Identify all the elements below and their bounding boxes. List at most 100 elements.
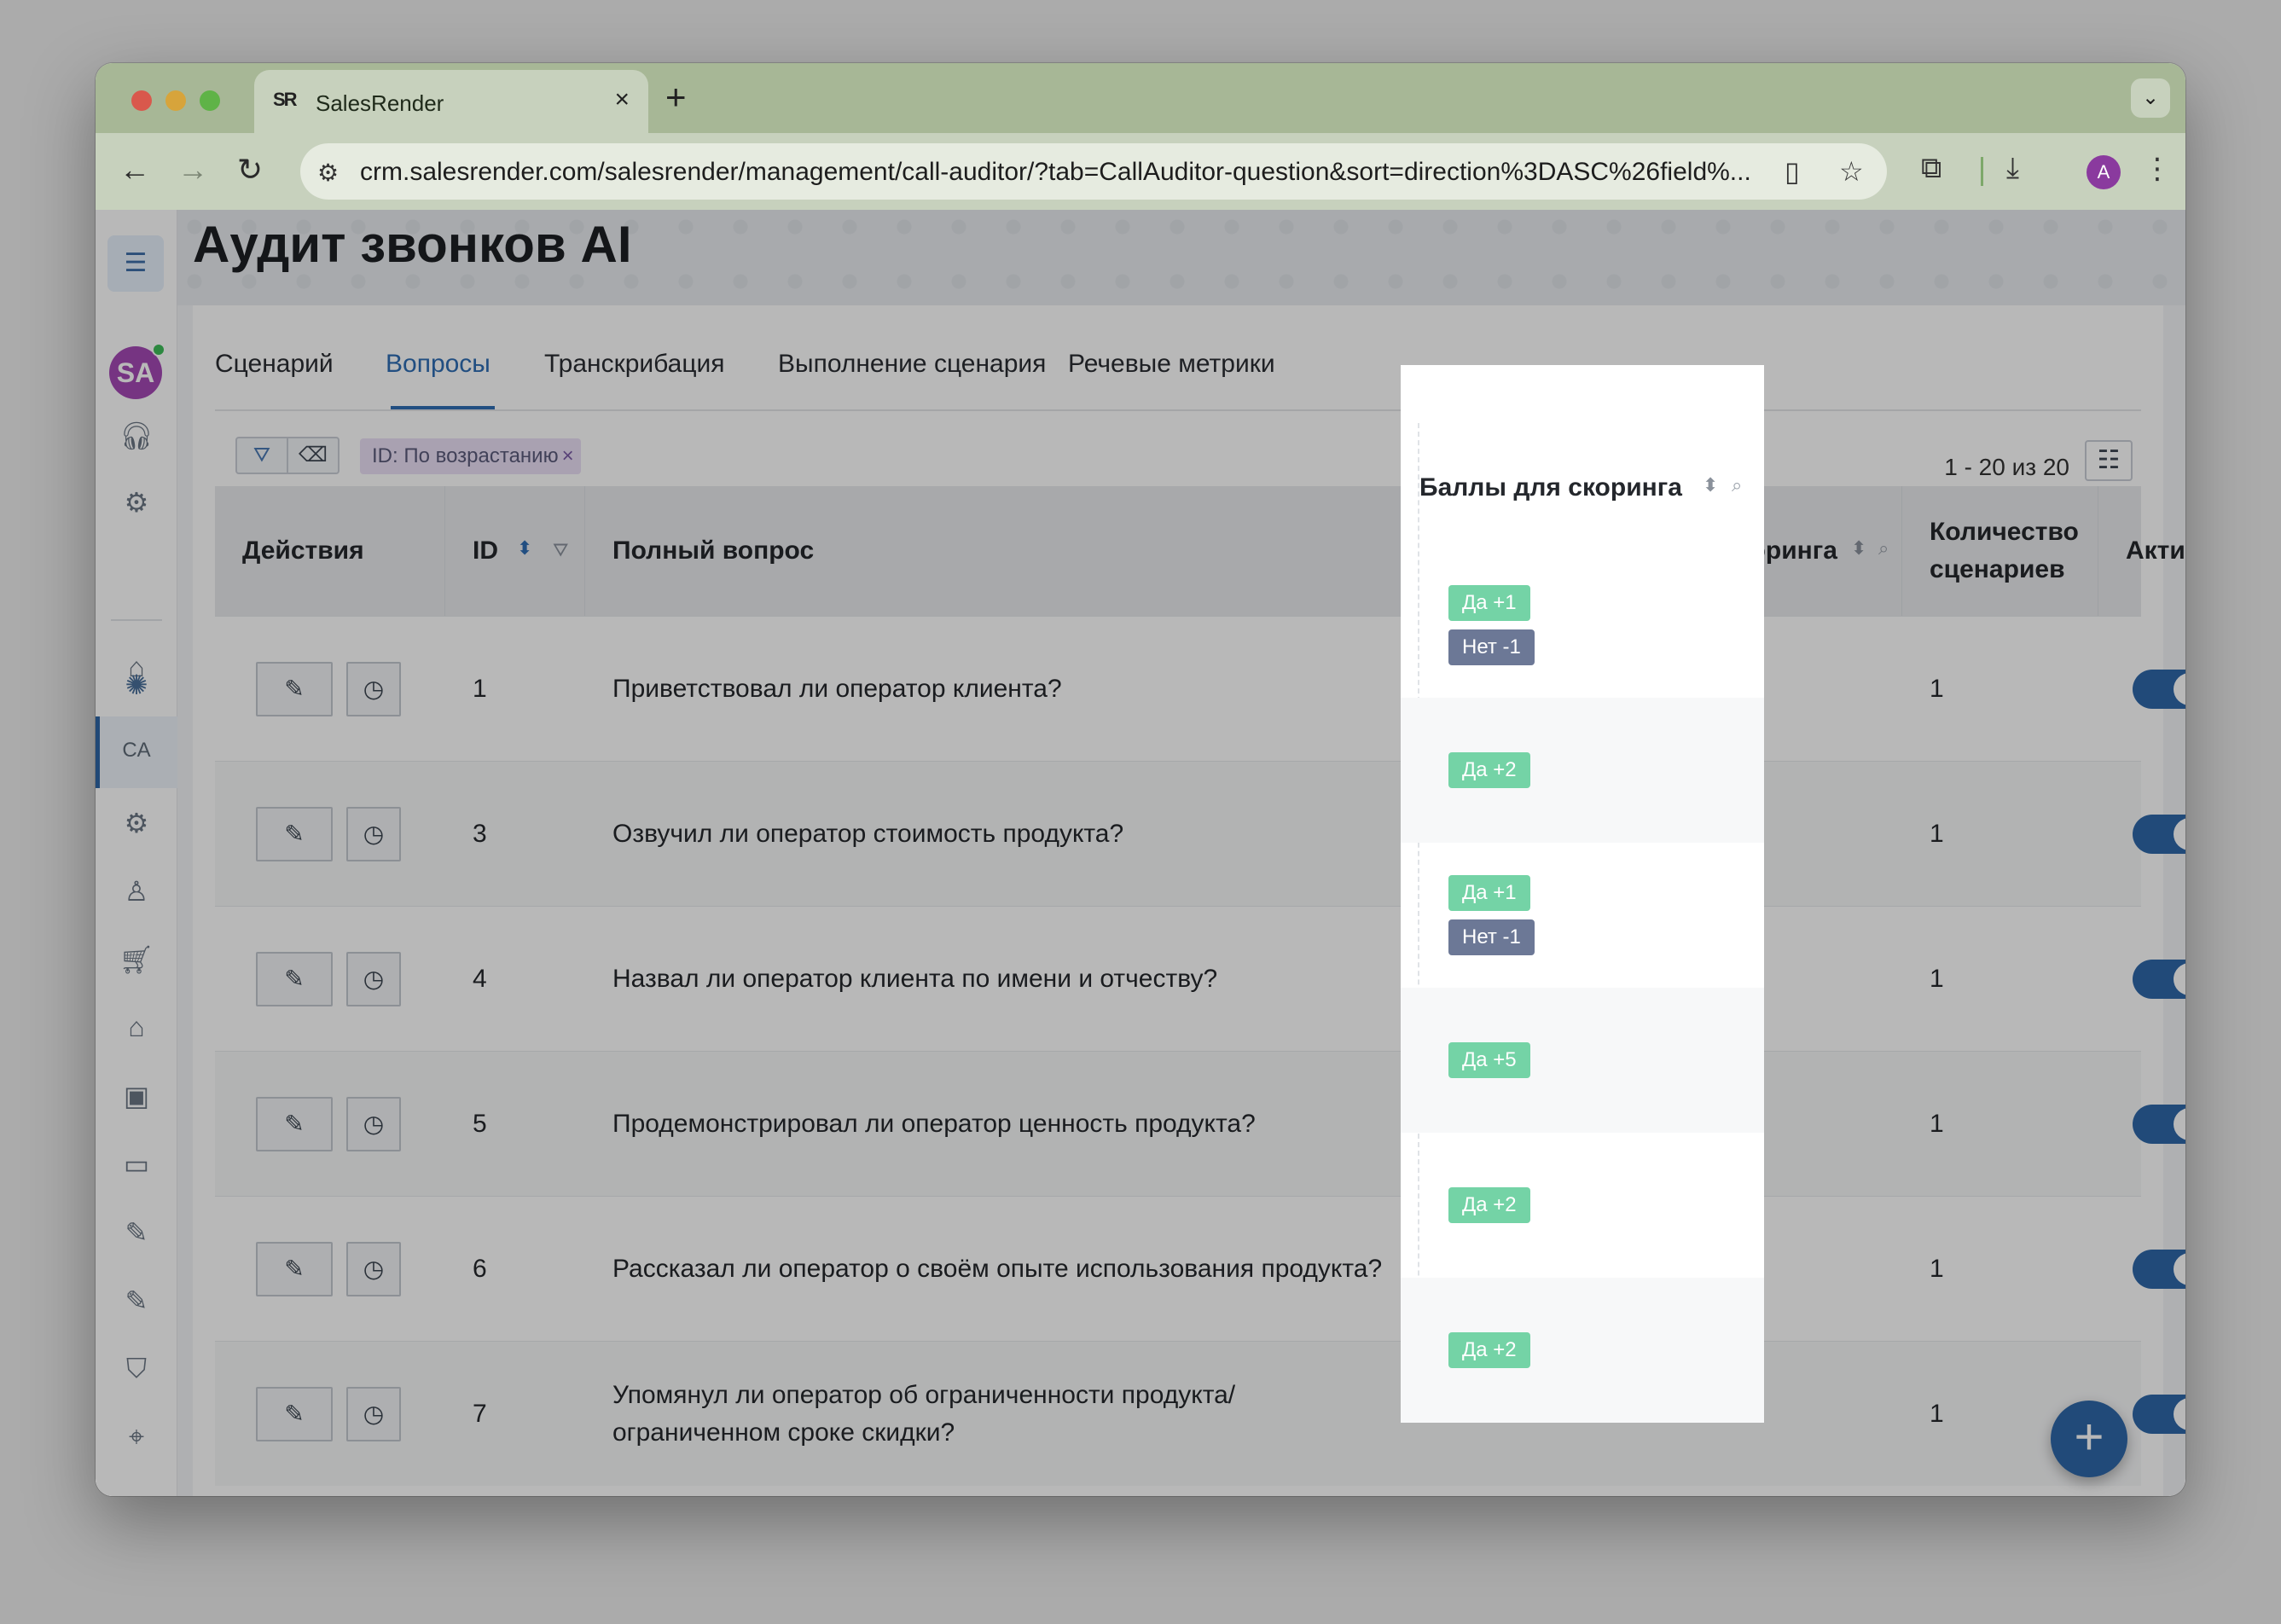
tab-transcription[interactable]: Транскрибация (544, 350, 725, 379)
browser-tab[interactable]: SR SalesRender × (254, 70, 648, 133)
history-row-button[interactable]: ◷ (346, 1387, 401, 1441)
row-question-text: Приветствовал ли оператор клиента? (612, 675, 1062, 703)
table-row: ✎ ◷ 1 Приветствовал ли оператор клиента?… (215, 616, 2185, 761)
row-question-text: Озвучил ли оператор стоимость продукта? (612, 820, 1124, 848)
shield-check-icon[interactable]: ⛉ (96, 1353, 177, 1385)
site-info-icon[interactable]: ⚙ (317, 159, 339, 187)
forward-arrow-icon[interactable]: → (177, 152, 208, 188)
clear-filters-icon[interactable]: ⌫ (287, 437, 340, 474)
settings-gear-icon[interactable]: ⚙ (96, 486, 177, 519)
history-row-button[interactable]: ◷ (346, 1242, 401, 1296)
score-cell: Да +5 (1448, 988, 1530, 1133)
id-filter-icon[interactable]: ⛛ (553, 539, 568, 561)
score-cell: Да +1 Нет -1 (1448, 843, 1535, 988)
history-row-button[interactable]: ◷ (346, 662, 401, 716)
row-id: 4 (473, 965, 487, 993)
active-tab-indicator (391, 406, 495, 409)
edit-row-button[interactable]: ✎ (256, 1242, 333, 1296)
tab-search-chevron-icon[interactable]: ⌄ (2131, 78, 2170, 118)
sort-filter-chip[interactable]: ID: По возрастанию × (360, 438, 581, 474)
page-title: Аудит звонков AI (193, 216, 632, 273)
headset-icon[interactable]: 🎧︎ (96, 420, 177, 452)
user-icon[interactable]: ♙ (96, 875, 177, 908)
cart-icon[interactable]: 🛒︎ (96, 943, 177, 976)
spotlight-scores-sort-icon[interactable]: ⬍ (1703, 474, 1718, 496)
filter-icon[interactable]: ⛛ (235, 437, 288, 474)
url-text[interactable]: crm.salesrender.com/salesrender/manageme… (360, 158, 1759, 187)
warehouse-icon[interactable]: ⌂ (96, 1012, 177, 1043)
active-toggle[interactable] (2133, 1105, 2185, 1144)
settings-icon[interactable]: ⚙ (96, 807, 177, 839)
minimize-window-button[interactable] (165, 90, 186, 111)
sidebar-collapse-icon[interactable]: ☰ (107, 235, 164, 292)
row-question-text: Продемонстрировал ли оператор ценность п… (612, 1110, 1256, 1138)
history-row-button[interactable]: ◷ (346, 807, 401, 861)
toggle-knob (2174, 818, 2185, 850)
edit-row-button[interactable]: ✎ (256, 807, 333, 861)
tab-close-icon[interactable]: × (614, 85, 630, 114)
chip-remove-icon[interactable]: × (562, 438, 574, 474)
maximize-window-button[interactable] (200, 90, 220, 111)
folder-icon[interactable]: ▭ (96, 1148, 177, 1180)
scores-search-icon[interactable]: ⌕ (1878, 537, 1889, 560)
edit-document-icon[interactable]: ✎ (96, 1216, 177, 1249)
browser-toolbar: ← → ↻ ⚙ crm.salesrender.com/salesrender/… (96, 133, 2185, 210)
active-toggle[interactable] (2133, 960, 2185, 999)
row-question: Упомянул ли оператор об ограниченности п… (612, 1342, 1235, 1487)
row-id: 3 (473, 820, 487, 848)
spotlight-header-scores[interactable]: Баллы для скоринга (1419, 423, 1682, 553)
row-scenario-count: 1 (1930, 1255, 1944, 1283)
row-id: 1 (473, 675, 487, 703)
edit-row-button[interactable]: ✎ (256, 662, 333, 716)
history-row-button[interactable]: ◷ (346, 952, 401, 1006)
active-toggle[interactable] (2133, 1250, 2185, 1289)
download-icon[interactable]: ⤓ (2006, 152, 2019, 185)
browser-menu-icon[interactable]: ⋮ (2143, 152, 2172, 186)
profile-avatar[interactable]: A (2087, 155, 2121, 189)
ticket-icon[interactable]: ▣ (96, 1080, 177, 1112)
active-toggle[interactable] (2133, 670, 2185, 709)
back-arrow-icon[interactable]: ← (119, 152, 150, 188)
new-tab-icon[interactable]: + (665, 77, 687, 118)
active-toggle[interactable] (2133, 815, 2185, 854)
history-row-button[interactable]: ◷ (346, 1097, 401, 1151)
crosshair-icon[interactable]: ⌖ (96, 1421, 177, 1453)
edit-note-icon[interactable]: ✎ (96, 1285, 177, 1317)
add-question-button[interactable]: + (2051, 1401, 2127, 1477)
row-question-text: Рассказал ли оператор о своём опыте испо… (612, 1255, 1383, 1283)
table-row: ✎ ◷ 5 Продемонстрировал ли оператор ценн… (215, 1051, 2185, 1196)
tab-speech-metrics[interactable]: Речевые метрики (1068, 350, 1275, 379)
tab-strip: SR SalesRender × + ⌄ (96, 63, 2185, 133)
address-bar[interactable]: ⚙ crm.salesrender.com/salesrender/manage… (300, 143, 1887, 200)
sidebar: ☰ SA 🎧︎ ⚙ ⌂ ✺ CA ⚙ ♙ 🛒︎ ⌂ ▣ ▭ ✎ ✎ ⛉ ⌖ (96, 210, 177, 1496)
reload-icon[interactable]: ↻ (237, 152, 263, 188)
online-status-dot (152, 343, 165, 357)
id-sort-icon[interactable]: ⬍ (517, 537, 532, 560)
bookmark-star-icon[interactable]: ☆ (1839, 155, 1864, 188)
row-scenario-count: 1 (1930, 965, 1944, 993)
header-active[interactable]: Активно (2098, 486, 2185, 616)
tab-scenario-execution[interactable]: Выполнение сценария (778, 350, 1046, 379)
row-scenario-count: 1 (1930, 1110, 1944, 1138)
column-settings-icon[interactable]: ☷ (2085, 440, 2133, 481)
tab-questions[interactable]: Вопросы (386, 350, 490, 379)
ai-brain-icon[interactable]: ✺ (96, 669, 177, 701)
active-toggle[interactable] (2133, 1395, 2185, 1434)
tab-scenario[interactable]: Сценарий (215, 350, 334, 379)
score-yes-badge: Да +2 (1448, 1332, 1530, 1368)
spotlight-scores-search-icon[interactable]: ⌕ (1732, 474, 1742, 496)
close-window-button[interactable] (131, 90, 152, 111)
table-row: ✎ ◷ 6 Рассказал ли оператор о своём опыт… (215, 1196, 2185, 1341)
scores-sort-icon[interactable]: ⬍ (1851, 537, 1866, 560)
row-id: 7 (473, 1400, 487, 1428)
score-cell: Да +2 (1448, 1133, 1530, 1278)
clipboard-icon[interactable]: ▯ (1785, 155, 1800, 188)
edit-row-button[interactable]: ✎ (256, 952, 333, 1006)
extensions-puzzle-icon[interactable]: ⧉ (1921, 152, 1941, 185)
edit-row-button[interactable]: ✎ (256, 1097, 333, 1151)
row-id: 6 (473, 1255, 487, 1283)
score-no-badge: Нет -1 (1448, 919, 1535, 955)
edit-row-button[interactable]: ✎ (256, 1387, 333, 1441)
sidebar-item-ca[interactable]: CA (96, 739, 177, 763)
score-yes-badge: Да +1 (1448, 585, 1530, 621)
